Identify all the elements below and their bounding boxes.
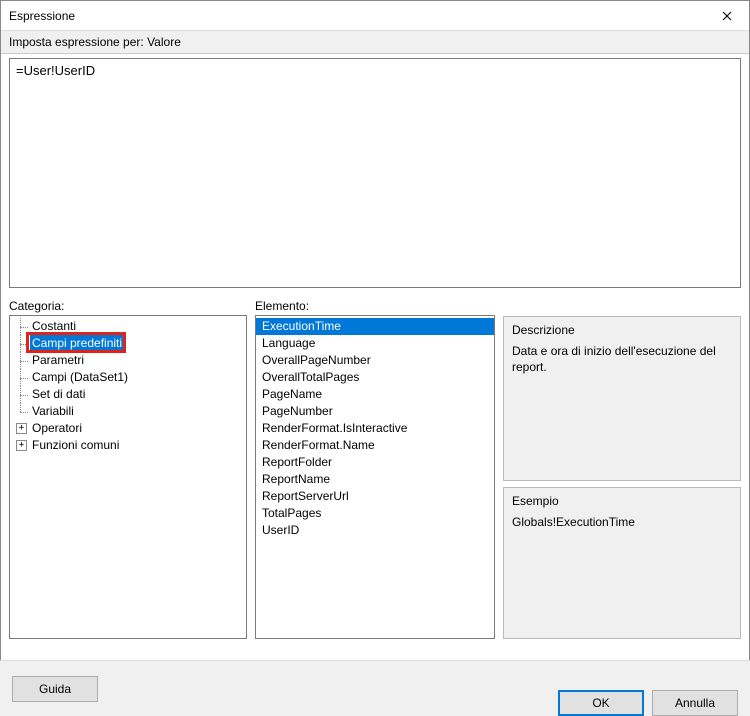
category-item-label: Funzioni comuni xyxy=(30,437,121,454)
category-item-label: Operatori xyxy=(30,420,84,437)
element-item[interactable]: ReportName xyxy=(256,471,494,488)
element-list[interactable]: ExecutionTimeLanguageOverallPageNumberOv… xyxy=(255,315,495,639)
element-item[interactable]: PageNumber xyxy=(256,403,494,420)
category-item[interactable]: +Funzioni comuni xyxy=(10,437,246,454)
category-item[interactable]: Campi (DataSet1) xyxy=(10,369,246,386)
category-label: Categoria: xyxy=(9,299,247,313)
close-icon xyxy=(722,11,732,21)
element-item[interactable]: PageName xyxy=(256,386,494,403)
tree-branch-icon xyxy=(16,352,30,369)
category-item[interactable]: Costanti xyxy=(10,318,246,335)
subtitle-label: Imposta espressione per: Valore xyxy=(1,31,749,54)
element-label: Elemento: xyxy=(255,299,495,313)
tree-expand-icon[interactable]: + xyxy=(16,440,27,451)
element-item[interactable]: OverallTotalPages xyxy=(256,369,494,386)
element-item[interactable]: Language xyxy=(256,335,494,352)
footer: Guida OK Annulla xyxy=(0,660,750,716)
expression-area xyxy=(9,58,741,291)
element-item[interactable]: ExecutionTime xyxy=(256,318,494,335)
category-item[interactable]: Campi predefiniti xyxy=(10,335,246,352)
category-item[interactable]: Set di dati xyxy=(10,386,246,403)
element-item[interactable]: ReportServerUrl xyxy=(256,488,494,505)
tree-branch-icon xyxy=(16,335,30,352)
cancel-button[interactable]: Annulla xyxy=(652,690,738,716)
category-item[interactable]: +Operatori xyxy=(10,420,246,437)
category-column: Categoria: CostantiCampi predefinitiPara… xyxy=(9,299,247,639)
category-item-label: Campi predefiniti xyxy=(30,335,124,352)
tree-branch-icon xyxy=(16,318,30,335)
category-item[interactable]: Parametri xyxy=(10,352,246,369)
close-button[interactable] xyxy=(704,1,749,31)
example-title: Esempio xyxy=(512,494,732,508)
category-item-label: Set di dati xyxy=(30,386,87,403)
description-box: Descrizione Data e ora di inizio dell'es… xyxy=(503,316,741,481)
footer-right: OK Annulla xyxy=(558,690,738,716)
element-item[interactable]: RenderFormat.IsInteractive xyxy=(256,420,494,437)
category-item-label: Variabili xyxy=(30,403,76,420)
help-button[interactable]: Guida xyxy=(12,676,98,702)
tree-expand-icon[interactable]: + xyxy=(16,423,27,434)
element-column: Elemento: ExecutionTimeLanguageOverallPa… xyxy=(255,299,495,639)
category-item-label: Costanti xyxy=(30,318,78,335)
category-item-label: Campi (DataSet1) xyxy=(30,369,130,386)
description-title: Descrizione xyxy=(512,323,732,337)
element-item[interactable]: TotalPages xyxy=(256,505,494,522)
category-item[interactable]: Variabili xyxy=(10,403,246,420)
element-item[interactable]: UserID xyxy=(256,522,494,539)
window-title: Espressione xyxy=(9,9,75,23)
tree-branch-icon xyxy=(16,386,30,403)
tree-branch-icon xyxy=(16,369,30,386)
details-column: Descrizione Data e ora di inizio dell'es… xyxy=(503,299,741,639)
tree-branch-icon xyxy=(16,403,30,420)
category-item-label: Parametri xyxy=(30,352,86,369)
description-text: Data e ora di inizio dell'esecuzione del… xyxy=(512,343,732,375)
example-box: Esempio Globals!ExecutionTime xyxy=(503,487,741,639)
expression-input[interactable] xyxy=(9,58,741,288)
category-tree[interactable]: CostantiCampi predefinitiParametriCampi … xyxy=(9,315,247,639)
titlebar: Espressione xyxy=(1,1,749,31)
columns: Categoria: CostantiCampi predefinitiPara… xyxy=(1,299,749,639)
element-item[interactable]: ReportFolder xyxy=(256,454,494,471)
element-item[interactable]: OverallPageNumber xyxy=(256,352,494,369)
element-item[interactable]: RenderFormat.Name xyxy=(256,437,494,454)
ok-button[interactable]: OK xyxy=(558,690,644,716)
example-text: Globals!ExecutionTime xyxy=(512,514,732,530)
